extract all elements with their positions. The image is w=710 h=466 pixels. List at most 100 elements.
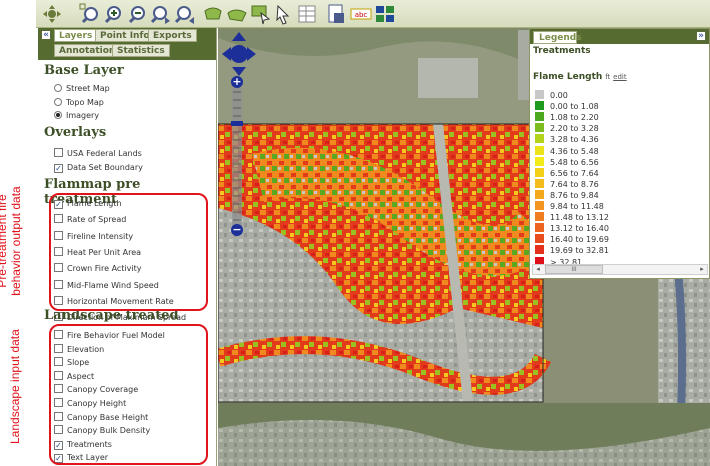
option-label: Topo Map [66, 97, 104, 107]
tab-statistics[interactable]: Statistics [112, 44, 170, 57]
base-layer-option[interactable]: Topo Map [54, 97, 104, 109]
draw-select-button[interactable] [249, 3, 271, 25]
legend-swatch [535, 90, 544, 99]
legend-unit: ft [605, 73, 611, 81]
zoom-extent-icon [79, 3, 98, 24]
identify-icon [276, 4, 290, 25]
annotation-line-1: Pre-treatment fire [0, 194, 9, 288]
export-button[interactable] [326, 3, 348, 25]
legend-class-label: 0.00 [550, 91, 568, 100]
checkbox[interactable] [54, 148, 63, 157]
landscape-highlight [49, 324, 208, 465]
legend-swatch [535, 178, 544, 188]
legend-class-label: 7.64 to 8.76 [550, 179, 599, 189]
table-button[interactable] [296, 3, 318, 25]
pan-control[interactable] [222, 32, 256, 76]
legend-class: 9.84 to 11.48 [535, 201, 604, 212]
legend-class-label: 8.76 to 9.84 [550, 190, 599, 200]
legend-class: 16.40 to 19.69 [535, 234, 609, 245]
overlay-item[interactable]: USA Federal Lands [54, 148, 142, 160]
pan-icon [43, 5, 61, 23]
zoom-in-button[interactable]: + [231, 76, 243, 88]
legend-class-label: 9.84 to 11.48 [550, 202, 604, 211]
checkbox-label: USA Federal Lands [67, 149, 142, 158]
legend-swatch [535, 201, 544, 210]
checkbox-label: Data Set Boundary [67, 162, 143, 172]
legend-class: 4.36 to 5.48 [535, 145, 599, 157]
draw-area-button[interactable] [226, 3, 248, 25]
tab-legends[interactable]: Legends [533, 31, 582, 44]
zoom-previous-button[interactable] [149, 3, 171, 25]
pre-treatment-annotation: Pre-treatment fire behavior output data [0, 186, 25, 296]
zoom-out-button[interactable] [126, 3, 148, 25]
base-layer-option[interactable]: Imagery [54, 110, 99, 122]
pre-treatment-highlight [49, 193, 208, 311]
pan-button[interactable] [41, 3, 63, 25]
zoom-extent-button[interactable] [79, 3, 101, 25]
legend-header: Legends » [530, 29, 709, 44]
legend-edit-link[interactable]: edit [613, 73, 626, 81]
draw-select-icon [251, 5, 271, 25]
expand-legend-button[interactable]: » [696, 31, 706, 41]
checkbox[interactable]: ✓ [54, 163, 63, 173]
legend-class-label: 1.08 to 2.20 [550, 113, 599, 123]
legend-class-label: 3.28 to 4.36 [550, 135, 599, 145]
legend-swatch [535, 212, 544, 222]
option-label: Street Map [66, 84, 110, 93]
legend-class: 0.00 to 1.08 [535, 101, 599, 112]
label-button[interactable]: abc [350, 3, 372, 25]
legend-swatch [535, 189, 544, 199]
legend-class: 13.12 to 16.40 [535, 223, 609, 234]
draw-polygon-icon [204, 7, 222, 20]
legend-class-label: 5.48 to 6.56 [550, 157, 599, 167]
zoom-in-button[interactable] [102, 3, 124, 25]
legend-class: 19.69 to 32.81 [535, 245, 609, 256]
table-icon [298, 5, 316, 23]
scroll-thumb[interactable]: III [545, 265, 603, 274]
layers-button[interactable] [374, 3, 396, 25]
legend-swatch [535, 145, 544, 155]
base-layer-heading: Base Layer [44, 63, 124, 78]
legend-swatch [535, 167, 544, 177]
zoom-previous-icon [150, 6, 170, 24]
option-label: Imagery [66, 111, 100, 120]
collapse-panel-button[interactable]: « [41, 30, 51, 40]
annotation-line-2: behavior output data [9, 186, 23, 296]
tab-layers[interactable]: Layers [54, 29, 98, 42]
legend-scrollbar[interactable]: ◂ III ▸ [532, 264, 708, 275]
legend-layer-title: Flame Length ft edit [533, 72, 627, 82]
zoom-out-button[interactable]: − [231, 224, 243, 236]
legend-swatch [535, 134, 544, 144]
tab-point-info[interactable]: Point Info [95, 29, 155, 42]
legend-swatch [535, 101, 544, 111]
layers-icon [376, 6, 394, 22]
identify-button[interactable] [272, 3, 294, 25]
zoom-out-icon [128, 6, 145, 24]
legend-class: 3.28 to 4.36 [535, 134, 599, 145]
legend-class-label: 16.40 to 19.69 [550, 235, 609, 245]
legend-class: 6.56 to 7.64 [535, 167, 599, 179]
base-layer-option[interactable]: Street Map [54, 83, 110, 95]
zoom-slider[interactable] [231, 78, 243, 238]
legend-class-label: 19.69 to 32.81 [550, 246, 609, 256]
draw-polygon-button[interactable] [202, 3, 224, 25]
legend-swatch [535, 156, 544, 166]
label-icon-text: abc [355, 11, 368, 19]
legend-swatch [535, 112, 544, 122]
legend-class-label: 2.20 to 3.28 [550, 124, 599, 134]
legend-swatch [535, 123, 544, 133]
radio-button[interactable] [54, 97, 62, 106]
legend-section-title: Treatments [533, 46, 591, 56]
zoom-next-button[interactable] [173, 3, 195, 25]
tab-exports[interactable]: Exports [148, 29, 197, 42]
legend-class-label: 6.56 to 7.64 [550, 168, 599, 178]
legend-class: 8.76 to 9.84 [535, 189, 599, 201]
legend-class-label: 4.36 to 5.48 [550, 146, 599, 156]
radio-button[interactable] [54, 84, 62, 92]
tab-annotation[interactable]: Annotation [54, 44, 121, 57]
overlay-item[interactable]: ✓ Data Set Boundary [54, 162, 143, 174]
radio-button[interactable] [54, 111, 62, 119]
legend-title: Flame Length [533, 72, 603, 82]
legend-swatch [535, 234, 544, 244]
map-toolbar: abc [36, 0, 710, 28]
